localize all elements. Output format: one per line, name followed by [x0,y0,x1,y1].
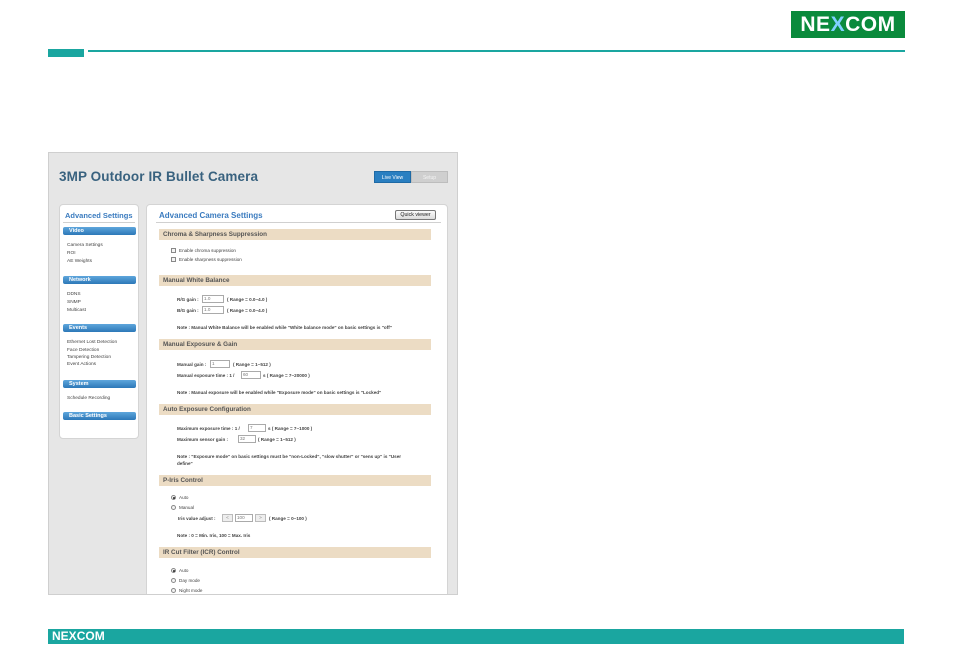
footer-logo-com: COM [76,629,105,643]
rg-gain-label: R/G gain : [177,297,199,302]
iris-decrease-button[interactable]: < [222,514,233,522]
nexcom-logo: NE X COM [791,11,905,38]
bg-gain-range: ( Range = 0.0~4.0 ) [227,308,268,313]
sidebar-item-schedule-recording[interactable]: Schedule Recording [67,396,110,401]
bg-gain-input[interactable]: 1.0 [202,306,224,314]
tab-live-view[interactable]: Live View [374,171,411,183]
logo-text-x: X [830,12,846,36]
sidebar-item-ae-weights[interactable]: AE Weights [67,259,92,264]
manual-gain-input[interactable]: 1 [210,360,230,368]
iris-value-input[interactable]: 100 [235,514,253,522]
max-exposure-time-input[interactable]: 7 [248,424,266,432]
sidebar-item-face-detection[interactable]: Face Detection [67,348,99,353]
footer-square [896,631,901,636]
manual-exposure-time-label: Manual exposure time : 1 / [177,373,235,378]
piris-auto-radio[interactable] [171,495,176,500]
sidebar-group-events[interactable]: Events [63,324,136,332]
manual-exposure-time-range: s ( Range = 7~20000 ) [263,373,310,378]
footer-square [890,637,895,642]
sidebar-group-video[interactable]: Video [63,227,136,235]
manual-gain-range: ( Range = 1~512 ) [233,362,271,367]
footer-square [896,637,901,642]
ir-auto-label: Auto [179,568,189,573]
section-ir-cut-filter: IR Cut Filter (ICR) Control [159,547,431,558]
section-auto-exposure: Auto Exposure Configuration [159,404,431,415]
camera-title: 3MP Outdoor IR Bullet Camera [59,169,259,184]
sidebar-item-event-actions[interactable]: Event Actions [67,362,96,367]
max-sensor-gain-label: Maximum sensor gain : [177,437,229,442]
sidebar-item-ethernet-lost[interactable]: Ethernet Lost Detection [67,340,117,345]
tab-setup[interactable]: Setup [411,171,448,183]
exposure-note: Note : Manual exposure will be enabled w… [177,390,382,395]
sidebar-item-roi[interactable]: ROI [67,251,76,256]
panel-divider [156,222,441,223]
quick-viewer-button[interactable]: Quick viewer [395,210,436,220]
footer-nexcom-logo: NEXCOM [52,629,105,644]
piris-auto-label: Auto [179,495,189,500]
sharpness-suppression-checkbox[interactable] [171,257,176,262]
manual-gain-label: Manual gain : [177,362,207,367]
section-chroma-sharpness: Chroma & Sharpness Suppression [159,229,431,240]
chroma-suppression-checkbox[interactable] [171,248,176,253]
footer-square [890,631,895,636]
rg-gain-range: ( Range = 0.0~4.0 ) [227,297,268,302]
bg-gain-label: B/G gain : [177,308,199,313]
sidebar-title: Advanced Settings [65,211,133,220]
sidebar-item-multicast[interactable]: Multicast [67,308,86,313]
sharpness-suppression-label: Enable sharpness suppression [179,257,242,262]
auto-exposure-note-line1: Note : "Exposure mode" on basic settings… [177,454,402,459]
sidebar-divider [63,222,135,223]
advanced-settings-sidebar: Advanced Settings Video Camera Settings … [59,204,139,439]
section-manual-white-balance: Manual White Balance [159,275,431,286]
max-sensor-gain-input[interactable]: 32 [238,435,256,443]
ir-night-radio[interactable] [171,588,176,593]
wb-note: Note : Manual White Balance will be enab… [177,325,392,330]
section-p-iris: P-Iris Control [159,475,431,486]
rg-gain-input[interactable]: 1.0 [202,295,224,303]
auto-exposure-note-line2: define" [177,461,193,466]
piris-manual-radio[interactable] [171,505,176,510]
logo-text-com: COM [845,12,896,36]
camera-web-ui-screenshot: 3MP Outdoor IR Bullet Camera Live View S… [48,152,458,595]
iris-adjust-label: Iris value adjust : [178,516,216,521]
max-exposure-time-range: s ( Range = 7~1000 ) [268,426,313,431]
advanced-camera-settings-panel: Advanced Camera Settings Quick viewer Ch… [146,204,448,594]
footer-logo-x: X [68,629,77,643]
ir-night-label: Night mode [179,588,203,593]
max-exposure-time-label: Maximum exposure time : 1 / [177,426,240,431]
piris-note: Note : 0 = Min. Iris, 100 = Max. Iris [177,533,251,538]
piris-manual-label: Manual [179,505,195,510]
sidebar-group-basic-settings[interactable]: Basic Settings [63,412,136,420]
header-rule [88,50,905,52]
sidebar-group-network[interactable]: Network [63,276,136,284]
logo-text-ne: NE [800,12,831,36]
panel-title: Advanced Camera Settings [159,211,263,220]
sidebar-item-ddns[interactable]: DDNS [67,292,81,297]
header-accent-block [48,49,84,57]
chroma-suppression-label: Enable chroma suppression [179,248,236,253]
ir-day-radio[interactable] [171,578,176,583]
sidebar-item-tampering-detection[interactable]: Tampering Detection [67,355,111,360]
ir-day-label: Day mode [179,578,200,583]
footer-logo-ne: NE [52,629,69,643]
ir-auto-radio[interactable] [171,568,176,573]
max-sensor-gain-range: ( Range = 1~512 ) [258,437,296,442]
section-manual-exposure-gain: Manual Exposure & Gain [159,339,431,350]
iris-increase-button[interactable]: > [255,514,266,522]
manual-exposure-time-input[interactable]: 60 [241,371,261,379]
iris-range: ( Range = 0~100 ) [269,516,307,521]
footer-bar [48,629,904,644]
sidebar-item-camera-settings[interactable]: Camera Settings [67,243,103,248]
sidebar-item-snmp[interactable]: SNMP [67,300,81,305]
sidebar-group-system[interactable]: System [63,380,136,388]
